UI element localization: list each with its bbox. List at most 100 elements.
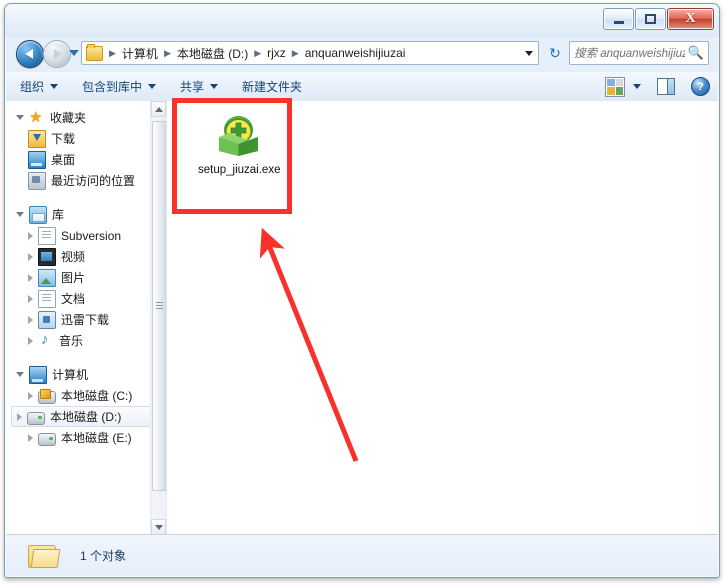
sidebar-item-recent-places[interactable]: 最近访问的位置 [6, 170, 166, 191]
sidebar-item-pictures[interactable]: 图片 [6, 267, 166, 288]
file-list-pane[interactable]: setup_jiuzai.exe [167, 101, 718, 535]
documents-library-icon [38, 289, 56, 308]
sidebar-item-label: 音乐 [59, 334, 84, 348]
chevron-down-icon [148, 84, 157, 89]
file-item[interactable]: setup_jiuzai.exe [197, 113, 281, 177]
sidebar-item-label: 最近访问的位置 [51, 174, 136, 188]
breadcrumb[interactable]: ▶ 计算机 ▶ 本地磁盘 (D:) ▶ rjxz ▶ anquanweishij… [81, 41, 539, 65]
sidebar-item-label: 文档 [61, 292, 86, 306]
scroll-up-button[interactable] [151, 101, 166, 117]
history-dropdown-icon[interactable] [69, 50, 79, 56]
chevron-collapsed-icon[interactable] [28, 252, 33, 261]
view-options-chevron-icon[interactable] [633, 84, 641, 89]
toolbar-include-in-library-label: 包含到库中 [82, 80, 143, 94]
breadcrumb-dropdown-icon[interactable] [525, 50, 533, 56]
sidebar-item-subversion[interactable]: Subversion [6, 225, 166, 246]
scrollbar-thumb[interactable] [152, 121, 166, 491]
sidebar-item-drive-e[interactable]: 本地磁盘 (E:) [6, 427, 166, 448]
folder-icon [28, 543, 61, 569]
toolbar-organize-button[interactable]: 组织 [10, 74, 68, 99]
forward-button[interactable] [43, 40, 71, 68]
toolbar-share-button[interactable]: 共享 [170, 74, 228, 99]
nav-group-computer[interactable]: 计算机 [6, 364, 166, 385]
chevron-down-icon [210, 84, 219, 89]
sidebar-item-desktop[interactable]: 桌面 [6, 149, 166, 170]
chevron-collapsed-icon[interactable] [28, 231, 33, 240]
minimize-icon [613, 20, 624, 24]
help-icon[interactable]: ? [691, 77, 710, 96]
preview-pane-icon[interactable] [657, 78, 675, 95]
installer-shield-icon [215, 113, 262, 157]
chevron-collapsed-icon[interactable] [17, 412, 22, 421]
status-text: 1 个对象 [80, 549, 127, 563]
drive-icon [38, 432, 56, 446]
maximize-icon [645, 14, 656, 24]
forward-arrow-icon [54, 49, 62, 59]
search-icon: 🔍 [687, 45, 704, 60]
sidebar-item-videos[interactable]: 视频 [6, 246, 166, 267]
breadcrumb-item-3[interactable]: anquanweishijiuzai [303, 45, 408, 61]
folder-icon [86, 43, 103, 61]
file-name-label: setup_jiuzai.exe [198, 164, 281, 176]
sidebar-item-label: Subversion [61, 228, 122, 243]
refresh-icon: ↻ [549, 44, 561, 61]
nav-group-libraries[interactable]: 库 [6, 204, 166, 225]
navigation-pane: 收藏夹 下载 桌面 最近访问的位置 库 [6, 101, 167, 535]
breadcrumb-separator: ▶ [254, 47, 262, 58]
chevron-down-icon [50, 84, 59, 89]
view-options-icon[interactable] [605, 76, 625, 97]
chevron-collapsed-icon[interactable] [28, 433, 33, 442]
breadcrumb-item-0[interactable]: 计算机 [120, 44, 160, 63]
refresh-button[interactable]: ↻ [543, 41, 567, 65]
document-library-icon [38, 226, 56, 245]
toolbar-share-label: 共享 [180, 80, 205, 94]
drive-icon [27, 411, 45, 425]
navigation-scrollbar[interactable] [150, 101, 166, 535]
scroll-down-button[interactable] [151, 519, 166, 535]
close-button[interactable]: X [667, 8, 714, 30]
chevron-collapsed-icon[interactable] [28, 391, 33, 400]
minimize-button[interactable] [603, 8, 634, 30]
sidebar-item-drive-d[interactable]: 本地磁盘 (D:) [11, 406, 163, 427]
chevron-expanded-icon[interactable] [16, 372, 24, 377]
breadcrumb-separator: ▶ [163, 47, 171, 58]
toolbar-organize-label: 组织 [20, 80, 45, 94]
sidebar-item-thunder-download[interactable]: 迅雷下载 [6, 309, 166, 330]
chevron-collapsed-icon[interactable] [28, 294, 33, 303]
close-icon: X [685, 11, 696, 26]
desktop-icon [28, 150, 46, 169]
search-input[interactable]: 搜索 anquanweishijiuzai [574, 45, 685, 61]
sidebar-item-documents[interactable]: 文档 [6, 288, 166, 309]
nav-group-libraries-label: 库 [52, 208, 65, 222]
chevron-collapsed-icon[interactable] [28, 315, 33, 324]
chevron-expanded-icon[interactable] [16, 115, 24, 120]
thunder-download-icon [38, 310, 56, 329]
sidebar-item-label: 桌面 [51, 153, 76, 167]
chevron-expanded-icon[interactable] [16, 212, 24, 217]
computer-icon [29, 365, 47, 384]
maximize-button[interactable] [635, 8, 666, 30]
address-bar-row: ▶ 计算机 ▶ 本地磁盘 (D:) ▶ rjxz ▶ anquanweishij… [5, 37, 719, 71]
back-button[interactable] [16, 40, 44, 68]
chevron-collapsed-icon[interactable] [28, 273, 33, 282]
chevron-collapsed-icon[interactable] [28, 336, 33, 345]
sidebar-item-drive-c[interactable]: 本地磁盘 (C:) [6, 385, 166, 406]
breadcrumb-separator: ▶ [291, 47, 299, 58]
sidebar-item-downloads[interactable]: 下载 [6, 128, 166, 149]
explorer-window: X ▶ 计算机 ▶ 本地磁盘 (D:) ▶ rjxz ▶ anquanweish… [4, 3, 720, 578]
toolbar-include-in-library-button[interactable]: 包含到库中 [72, 74, 166, 99]
sidebar-item-music[interactable]: 音乐 [6, 330, 166, 351]
search-box[interactable]: 搜索 anquanweishijiuzai 🔍 [569, 41, 709, 65]
sidebar-item-label: 迅雷下载 [61, 313, 110, 327]
breadcrumb-item-1[interactable]: 本地磁盘 (D:) [175, 44, 250, 63]
nav-group-favorites[interactable]: 收藏夹 [6, 107, 166, 128]
recent-places-icon [28, 171, 46, 190]
toolbar-new-folder-button[interactable]: 新建文件夹 [232, 74, 312, 99]
navigation-list: 收藏夹 下载 桌面 最近访问的位置 库 [6, 101, 166, 448]
status-bar: 1 个对象 [6, 534, 718, 576]
breadcrumb-item-2[interactable]: rjxz [265, 45, 288, 61]
sidebar-item-label: 本地磁盘 (C:) [61, 389, 133, 403]
scrollbar-grip-icon [156, 302, 163, 310]
